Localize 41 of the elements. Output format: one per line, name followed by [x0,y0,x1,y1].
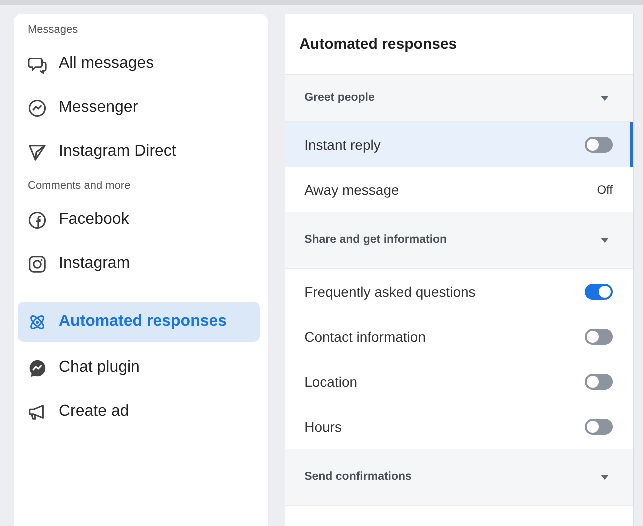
setting-row[interactable]: Contact information [284,314,633,359]
setting-label: Contact information [304,328,426,344]
toggle-switch[interactable] [585,374,613,390]
setting-row[interactable]: Hours [284,404,633,449]
section-heading: Messages [27,24,80,38]
setting-row[interactable]: Frequently asked questions [284,269,633,314]
sidebar-item[interactable]: Create ad [18,390,264,434]
sidebar-item[interactable]: All messages [18,42,264,86]
toggle-switch[interactable] [585,418,613,434]
sidebar-item[interactable]: Instagram Direct [18,130,264,174]
atom-icon [28,312,47,332]
section-header[interactable]: Greet people [284,75,633,122]
sidebar-item[interactable]: Automated responses [18,302,260,342]
section-header[interactable]: Send confirmations [284,449,633,506]
sidebar-item[interactable]: Facebook [18,198,264,242]
instagram-icon [28,254,47,274]
setting-label: Location [304,374,358,390]
setting-label: Instant reply [304,136,381,152]
caret-icon [601,96,609,100]
toggle-switch[interactable] [585,284,613,300]
sidebar-item[interactable]: Messenger [18,86,264,130]
messenger-icon [28,98,47,118]
toggle-switch[interactable] [585,136,613,152]
setting-label: Away message [304,182,400,198]
sidebar-item[interactable]: Chat plugin [18,346,264,390]
setting-value: Off [597,182,613,196]
setting-row[interactable]: Instant reply [284,122,633,167]
paper-plane-icon [28,142,47,162]
setting-label: Hours [304,418,342,434]
section-header[interactable]: Share and get information [284,212,633,269]
caret-icon [601,474,609,480]
caret-icon [601,238,609,242]
sidebar-item[interactable]: Instagram [18,242,264,286]
toggle-switch[interactable] [585,328,613,344]
facebook-icon [28,210,47,230]
setting-row[interactable]: Away message Off [284,167,633,212]
section-heading: Comments and more [27,180,132,194]
chat-bubble-icon [28,358,47,378]
setting-row[interactable]: Location [284,359,633,404]
megaphone-icon [28,402,47,422]
setting-label: Frequently asked questions [304,284,476,300]
